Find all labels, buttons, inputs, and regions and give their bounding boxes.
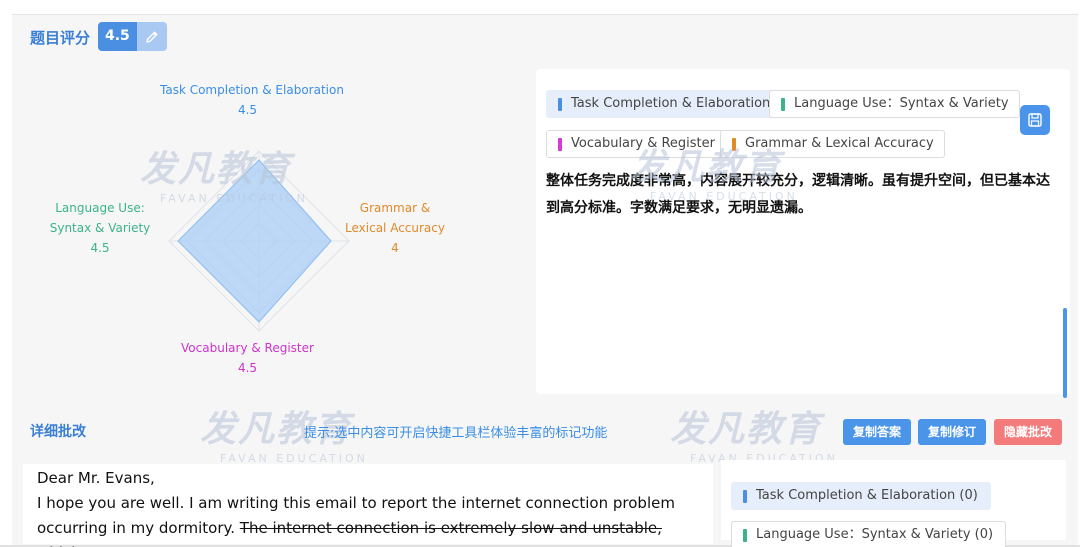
scrollbar-thumb[interactable]	[1063, 308, 1067, 398]
save-button[interactable]	[1020, 105, 1050, 135]
side-tag-task-completion[interactable]: Task Completion & Elaboration (0)	[731, 482, 991, 510]
axis-grammar-score: 4	[391, 241, 399, 255]
tag-label: Task Completion & Elaboration	[571, 96, 771, 111]
essay-text-area[interactable]: Dear Mr. Evans, I hope you are well. I a…	[23, 464, 713, 547]
essay-line: occurring in my dormitory. The internet …	[37, 516, 699, 547]
tag-color-bar	[558, 98, 562, 111]
axis-lang-name-1: Language Use:	[55, 201, 145, 215]
tag-color-bar	[558, 138, 562, 151]
essay-line: Dear Mr. Evans,	[37, 469, 155, 487]
axis-task-name: Task Completion & Elaboration	[160, 83, 344, 97]
axis-vocab-score: 4.5	[237, 361, 258, 375]
criterion-comment-text: 整体任务完成度非常高，内容展开较充分，逻辑清晰。虽有提升空间，但已基本达到高分标…	[546, 173, 1050, 216]
axis-grammar-name-2: Lexical Accuracy	[345, 221, 445, 235]
axis-label-vocabulary: Vocabulary & Register 4.5	[170, 338, 325, 378]
annotation-summary-card: Task Completion & Elaboration (0) Langua…	[721, 460, 1066, 547]
tag-label: Language Use：Syntax & Variety (0)	[756, 527, 994, 542]
copy-answer-button[interactable]: 复制答案	[843, 419, 912, 445]
axis-label-task-completion: Task Completion & Elaboration 4.5	[160, 80, 344, 120]
axis-lang-name-2: Syntax & Variety	[49, 221, 151, 235]
axis-lang-score: 4.5	[90, 241, 110, 255]
tag-color-bar	[743, 529, 747, 542]
axis-task-score: 4.5	[237, 103, 258, 117]
tag-vocabulary[interactable]: Vocabulary & Register	[546, 130, 726, 158]
radar-score-area	[177, 159, 332, 323]
axis-vocab-name: Vocabulary & Register	[181, 341, 314, 355]
tag-color-bar	[743, 490, 747, 503]
tag-grammar[interactable]: Grammar & Lexical Accuracy	[720, 130, 945, 158]
copy-revision-button[interactable]: 复制修订	[918, 419, 987, 445]
tag-task-completion[interactable]: Task Completion & Elaboration	[546, 90, 782, 118]
tag-label: Language Use：Syntax & Variety	[794, 96, 1009, 111]
detail-review-title: 详细批改	[30, 424, 86, 440]
tag-label: Task Completion & Elaboration (0)	[756, 488, 978, 503]
hide-review-button[interactable]: 隐藏批改	[994, 419, 1063, 445]
axis-label-language-use: Language Use: Syntax & Variety 4.5	[40, 198, 160, 258]
toolbar-hint: 提示:选中内容可开启快捷工具栏体验丰富的标记功能	[304, 426, 608, 441]
tag-label: Vocabulary & Register	[571, 136, 715, 151]
tag-language-use[interactable]: Language Use：Syntax & Variety	[769, 90, 1020, 118]
side-tag-language-use[interactable]: Language Use：Syntax & Variety (0)	[731, 521, 1007, 547]
essay-text: occurring in my dormitory.	[37, 519, 240, 537]
tag-color-bar	[732, 138, 736, 151]
save-icon	[1028, 113, 1042, 127]
axis-label-grammar: Grammar & Lexical Accuracy 4	[340, 198, 450, 258]
tag-label: Grammar & Lexical Accuracy	[745, 136, 934, 151]
essay-line: I hope you are well. I am writing this e…	[37, 494, 675, 512]
axis-grammar-name-1: Grammar &	[359, 201, 431, 215]
criterion-comment-card: Task Completion & Elaboration Language U…	[536, 69, 1070, 394]
tag-color-bar	[781, 98, 785, 111]
